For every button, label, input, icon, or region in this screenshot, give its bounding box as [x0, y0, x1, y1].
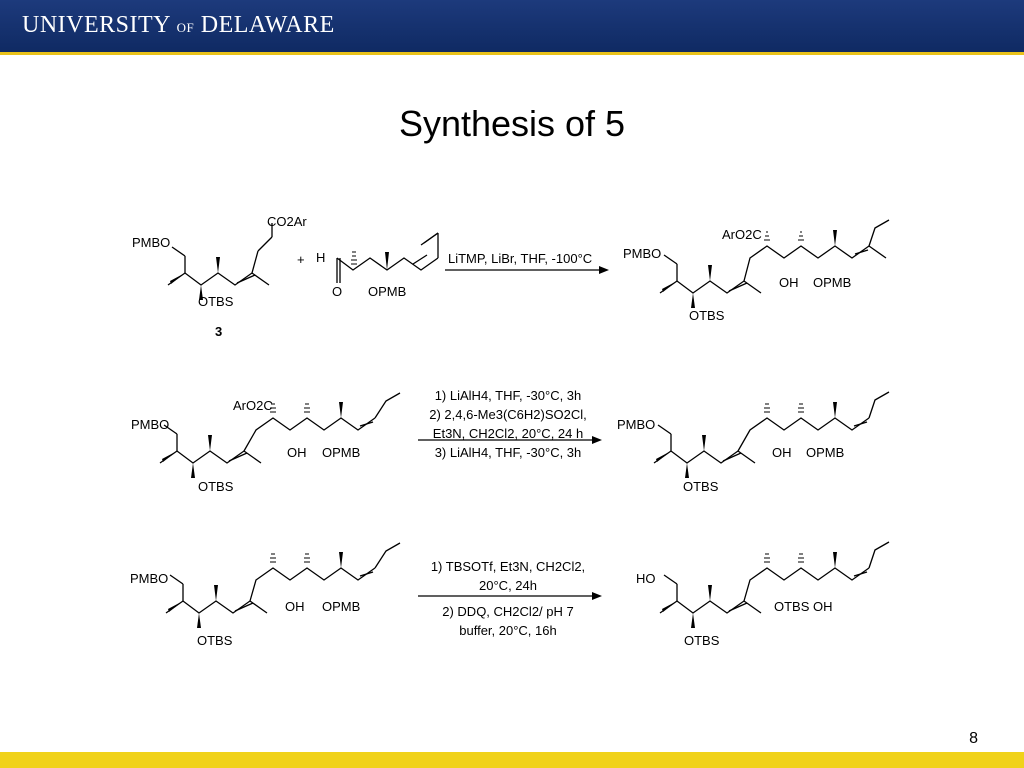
- reaction2-step3: 3) LiAlH4, THF, -30°C, 3h: [434, 445, 582, 460]
- label-opmb-2: OPMB: [322, 445, 360, 460]
- label-otbs-5: OTBS: [197, 633, 233, 648]
- arrowhead-1: [599, 266, 609, 274]
- reaction1-conditions: LiTMP, LiBr, THF, -100°C: [448, 249, 592, 268]
- compound-label-3: 3: [215, 324, 222, 339]
- label-pmbo-1: PMBO: [132, 235, 170, 250]
- label-h: H: [316, 250, 325, 265]
- label-otbs-3: OTBS: [198, 479, 234, 494]
- reaction1-condition-text: LiTMP, LiBr, THF, -100°C: [448, 251, 593, 266]
- reaction2-step2a: 2) 2,4,6-Me3(C6H2)SO2Cl,: [429, 407, 587, 422]
- label-aro2c-1: ArO2C: [722, 227, 762, 242]
- label-pmbo-5: PMBO: [130, 571, 168, 586]
- page-number: 8: [969, 730, 978, 747]
- label-pmbo-2: PMBO: [623, 246, 661, 261]
- label-oh-2: OH: [287, 445, 307, 460]
- reaction2-step2b: Et3N, CH2Cl2, 20°C, 24 h: [432, 426, 584, 441]
- reaction3-step2b: buffer, 20°C, 16h: [459, 623, 557, 638]
- label-otbs-6: OTBS: [684, 633, 720, 648]
- label-otbs-2: OTBS: [689, 308, 725, 323]
- label-otbs-4: OTBS: [683, 479, 719, 494]
- label-otbs-1: OTBS: [198, 294, 234, 309]
- label-aro2c-2: ArO2C: [233, 398, 273, 413]
- footer-band: [0, 752, 1024, 768]
- label-opmb-4: OPMB: [322, 599, 360, 614]
- label-oh-4: OH: [285, 599, 305, 614]
- label-otbs-oh: OTBS OH: [774, 599, 833, 614]
- label-pmbo-3: PMBO: [131, 417, 169, 432]
- plus-sign: +: [297, 252, 305, 267]
- label-oh-1: OH: [779, 275, 799, 290]
- label-opmb-aldehyde: OPMB: [368, 284, 406, 299]
- label-o: O: [332, 284, 342, 299]
- label-co2ar: CO2Ar: [267, 214, 307, 229]
- reaction-scheme: PMBO OTBS CO2Ar 3 + H O OPMB PMBO OTBS A…: [130, 214, 890, 648]
- reaction3-step2a: 2) DDQ, CH2Cl2/ pH 7: [442, 604, 574, 619]
- label-ho: HO: [636, 571, 656, 586]
- reaction2-conditions: 1) LiAlH4, THF, -30°C, 3h 2) 2,4,6-Me3(C…: [418, 386, 598, 462]
- label-opmb-1: OPMB: [813, 275, 851, 290]
- label-pmbo-4: PMBO: [617, 417, 655, 432]
- reaction3-conditions-bottom: 2) DDQ, CH2Cl2/ pH 7 buffer, 20°C, 16h: [418, 602, 598, 640]
- reaction3-step1a: 1) TBSOTf, Et3N, CH2Cl2,: [430, 559, 586, 574]
- label-oh-3: OH: [772, 445, 792, 460]
- label-opmb-3: OPMB: [806, 445, 844, 460]
- reaction3-step1b: 20°C, 24h: [479, 578, 537, 593]
- reaction3-conditions-top: 1) TBSOTf, Et3N, CH2Cl2, 20°C, 24h: [418, 557, 598, 595]
- reaction2-step1: 1) LiAlH4, THF, -30°C, 3h: [434, 388, 582, 403]
